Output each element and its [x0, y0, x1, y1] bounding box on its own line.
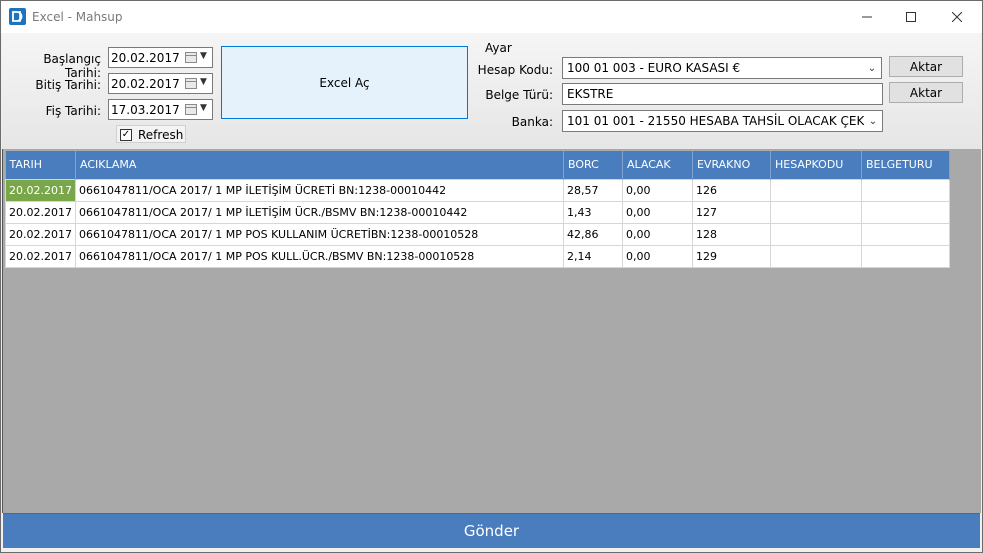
end-date-label: Bitiş Tarihi: [35, 78, 101, 92]
table-row[interactable]: 20.02.2017 0661047811/OCA 2017/ 1 MP İLE… [5, 200, 950, 224]
cell-belgeturu[interactable] [860, 244, 950, 268]
voucher-date-label: Fiş Tarihi: [45, 104, 101, 118]
cell-alacak[interactable]: 0,00 [621, 222, 693, 246]
start-date-picker[interactable]: 20.02.2017 ▼ [108, 47, 213, 68]
minimize-icon [862, 16, 872, 18]
minimize-button[interactable] [844, 1, 890, 33]
bank-label: Banka: [511, 115, 553, 129]
column-header-evrakno[interactable]: EVRAKNO [692, 151, 771, 179]
excel-mahsup-window: Excel - Mahsup Başlangıç Tarihi: 20.02.2… [0, 0, 983, 553]
close-icon [952, 12, 962, 22]
column-header-alacak[interactable]: ALACAK [622, 151, 693, 179]
start-date-value: 20.02.2017 [111, 51, 180, 65]
calendar-icon [185, 78, 197, 89]
data-grid[interactable]: TARIH ACIKLAMA BORC ALACAK EVRAKNO HESAP… [5, 151, 950, 268]
chevron-down-icon[interactable]: ⌄ [864, 111, 882, 131]
bank-value: 101 01 001 - 21550 HESABA TAHSİL OLACAK … [567, 114, 883, 128]
document-type-field[interactable]: EKSTRE [562, 83, 883, 105]
voucher-date-value: 17.03.2017 [111, 103, 180, 117]
refresh-checkbox[interactable]: ✓ Refresh [116, 125, 186, 143]
cell-tarih[interactable]: 20.02.2017 [5, 244, 76, 268]
maximize-button[interactable] [888, 1, 934, 33]
cell-tarih[interactable]: 20.02.2017 [5, 178, 76, 202]
refresh-label: Refresh [138, 128, 184, 142]
voucher-date-picker[interactable]: 17.03.2017 ▼ [108, 99, 213, 120]
cell-evrakno[interactable]: 128 [691, 222, 771, 246]
table-row[interactable]: 20.02.2017 0661047811/OCA 2017/ 1 MP POS… [5, 222, 950, 246]
calendar-icon [185, 104, 197, 115]
end-date-value: 20.02.2017 [111, 77, 180, 91]
maximize-icon [906, 12, 916, 22]
cell-belgeturu[interactable] [860, 200, 950, 224]
cell-tarih[interactable]: 20.02.2017 [5, 200, 76, 224]
cell-belgeturu[interactable] [860, 178, 950, 202]
cell-aciklama[interactable]: 0661047811/OCA 2017/ 1 MP POS KULLANIM Ü… [74, 222, 564, 246]
cell-borc[interactable]: 1,43 [562, 200, 623, 224]
document-type-label: Belge Türü: [485, 88, 553, 102]
cell-hesapkodu[interactable] [769, 244, 862, 268]
cell-borc[interactable]: 2,14 [562, 244, 623, 268]
column-header-hesapkodu[interactable]: HESAPKODU [770, 151, 862, 179]
account-code-value: 100 01 003 - EURO KASASI € [567, 61, 741, 75]
cell-alacak[interactable]: 0,00 [621, 178, 693, 202]
window-title: Excel - Mahsup [32, 10, 123, 24]
title-bar[interactable]: Excel - Mahsup [1, 1, 982, 33]
column-header-borc[interactable]: BORC [563, 151, 623, 179]
start-date-label: Başlangıç Tarihi: [43, 52, 101, 80]
transfer-document-button[interactable]: Aktar [889, 82, 963, 103]
cell-hesapkodu[interactable] [769, 222, 862, 246]
cell-hesapkodu[interactable] [769, 200, 862, 224]
chevron-down-icon[interactable]: ▼ [200, 77, 207, 87]
calendar-icon [185, 52, 197, 63]
chevron-down-icon[interactable]: ▼ [200, 103, 207, 113]
chevron-down-icon[interactable]: ⌄ [863, 58, 881, 78]
table-row[interactable]: 20.02.2017 0661047811/OCA 2017/ 1 MP İLE… [5, 178, 950, 202]
cell-evrakno[interactable]: 127 [691, 200, 771, 224]
end-date-picker[interactable]: 20.02.2017 ▼ [108, 73, 213, 94]
transfer-account-button[interactable]: Aktar [889, 56, 963, 77]
grid-header-row: TARIH ACIKLAMA BORC ALACAK EVRAKNO HESAP… [5, 151, 950, 179]
settings-group-title: Ayar [485, 41, 512, 55]
cell-aciklama[interactable]: 0661047811/OCA 2017/ 1 MP POS KULL.ÜCR./… [74, 244, 564, 268]
excel-open-button[interactable]: Excel Aç [221, 46, 468, 119]
cell-evrakno[interactable]: 129 [691, 244, 771, 268]
close-button[interactable] [934, 1, 980, 33]
account-code-label: Hesap Kodu: [477, 63, 553, 77]
account-code-select[interactable]: 100 01 003 - EURO KASASI € ⌄ [562, 57, 882, 79]
cell-alacak[interactable]: 0,00 [621, 244, 693, 268]
cell-tarih[interactable]: 20.02.2017 [5, 222, 76, 246]
chevron-down-icon[interactable]: ▼ [200, 51, 207, 61]
cell-aciklama[interactable]: 0661047811/OCA 2017/ 1 MP İLETİŞİM ÜCRET… [74, 178, 564, 202]
app-logo-icon [9, 8, 26, 25]
cell-evrakno[interactable]: 126 [691, 178, 771, 202]
data-grid-area[interactable]: TARIH ACIKLAMA BORC ALACAK EVRAKNO HESAP… [2, 149, 981, 513]
bank-select[interactable]: 101 01 001 - 21550 HESABA TAHSİL OLACAK … [562, 110, 883, 132]
table-row[interactable]: 20.02.2017 0661047811/OCA 2017/ 1 MP POS… [5, 244, 950, 268]
cell-alacak[interactable]: 0,00 [621, 200, 693, 224]
cell-aciklama[interactable]: 0661047811/OCA 2017/ 1 MP İLETİŞİM ÜCR./… [74, 200, 564, 224]
cell-hesapkodu[interactable] [769, 178, 862, 202]
cell-belgeturu[interactable] [860, 222, 950, 246]
cell-borc[interactable]: 42,86 [562, 222, 623, 246]
cell-borc[interactable]: 28,57 [562, 178, 623, 202]
checkmark-icon[interactable]: ✓ [120, 129, 132, 141]
send-button[interactable]: Gönder [3, 513, 980, 548]
column-header-belgeturu[interactable]: BELGETURU [861, 151, 950, 179]
column-header-tarih[interactable]: TARIH [5, 151, 76, 179]
column-header-aciklama[interactable]: ACIKLAMA [75, 151, 564, 179]
